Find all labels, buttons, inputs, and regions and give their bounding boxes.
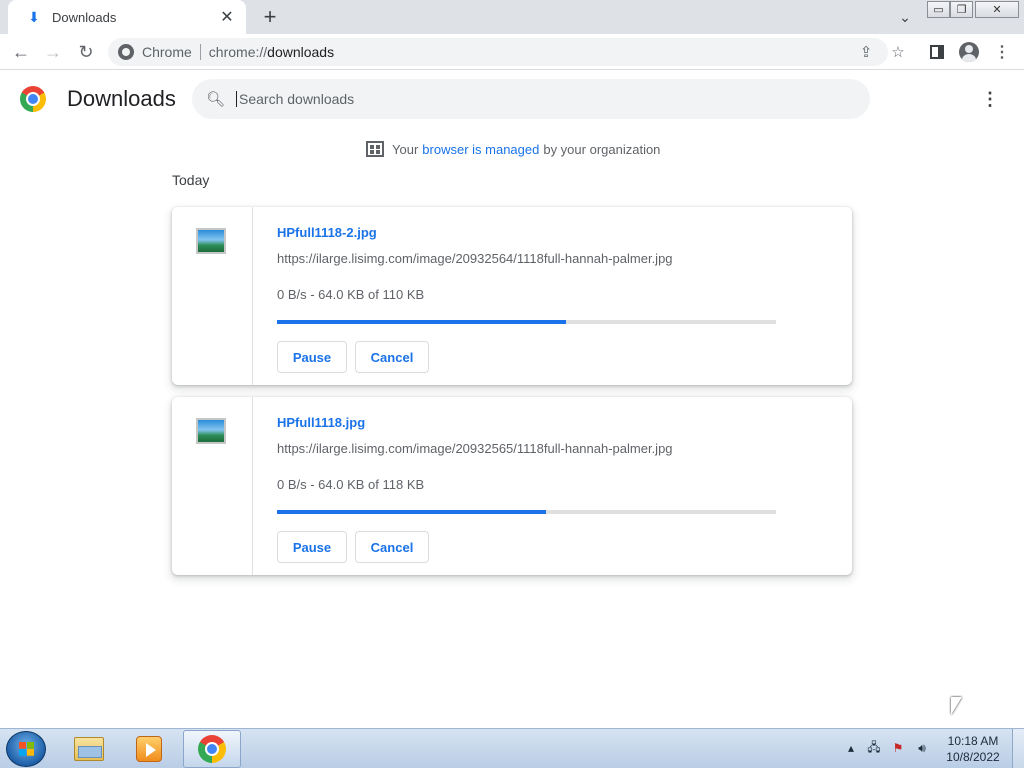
- media-player-icon: [136, 736, 162, 762]
- download-source-url[interactable]: https://ilarge.lisimg.com/image/20932564…: [277, 251, 673, 266]
- chrome-taskbar-icon: [198, 735, 226, 763]
- browser-menu-icon[interactable]: ⋮: [989, 39, 1015, 65]
- page-title: Downloads: [67, 86, 176, 111]
- managed-suffix: by your organization: [543, 141, 661, 157]
- new-tab-button[interactable]: +: [258, 4, 282, 29]
- managed-link[interactable]: browser is managed: [422, 142, 539, 157]
- volume-icon[interactable]: 🔊︎: [913, 739, 931, 757]
- browser-toolbar: ← → ↻ Chrome chrome://downloads ⇪ ☆ ⋮: [0, 34, 1024, 70]
- taskbar-media-player[interactable]: [120, 730, 178, 768]
- share-icon[interactable]: ⇪: [854, 38, 878, 66]
- clock-date: 10/8/2022: [946, 750, 1000, 764]
- image-file-icon: [196, 418, 226, 444]
- tab-strip: ⬇ Downloads ✕ + ⌄ ▭ ❐ ✕: [0, 0, 1024, 34]
- download-filename-link[interactable]: HPfull1118.jpg: [277, 415, 365, 430]
- minimize-button[interactable]: ▭: [927, 1, 950, 18]
- building-icon: [366, 141, 384, 157]
- close-window-button[interactable]: ✕: [975, 1, 1019, 18]
- network-icon[interactable]: 🖧: [865, 739, 883, 757]
- tab-downloads[interactable]: ⬇ Downloads ✕: [8, 0, 246, 34]
- url-host: downloads: [267, 44, 335, 60]
- chrome-site-icon: [118, 44, 134, 60]
- windows-taskbar: ▴ 🖧 ⚑ 🔊︎ 10:18 AM 10/8/2022: [0, 728, 1024, 768]
- action-center-flag-icon[interactable]: ⚑: [889, 739, 907, 757]
- restore-button[interactable]: ❐: [950, 1, 973, 18]
- file-explorer-icon: [74, 737, 104, 761]
- search-downloads-box[interactable]: 🔍︎: [192, 79, 870, 119]
- tab-title: Downloads: [52, 9, 117, 25]
- tab-close-icon[interactable]: ✕: [218, 8, 236, 26]
- bookmark-star-icon[interactable]: ☆: [886, 38, 910, 66]
- download-progress-fill: [277, 510, 547, 514]
- search-icon: 🔍︎: [206, 91, 226, 108]
- chrome-logo-icon: [20, 86, 46, 112]
- reload-icon[interactable]: ↻: [73, 39, 99, 65]
- profile-avatar-icon: [959, 42, 979, 62]
- forward-arrow-icon[interactable]: →: [40, 39, 66, 65]
- side-panel-icon: [930, 45, 944, 59]
- address-bar[interactable]: Chrome chrome://downloads ⇪ ☆: [108, 38, 905, 66]
- download-icon-column: [172, 397, 253, 575]
- taskbar-chrome[interactable]: [183, 730, 241, 768]
- tab-search-chevron-icon[interactable]: ⌄: [894, 6, 916, 28]
- download-item: HPfull1118.jpg https://ilarge.lisimg.com…: [172, 397, 852, 575]
- cancel-button[interactable]: Cancel: [355, 531, 429, 563]
- download-status: 0 B/s - 64.0 KB of 118 KB: [277, 477, 425, 492]
- mouse-cursor-icon: [951, 697, 962, 715]
- managed-prefix: Your: [392, 141, 419, 157]
- download-icon: ⬇: [28, 8, 40, 25]
- download-filename-link[interactable]: HPfull1118-2.jpg: [277, 225, 377, 240]
- managed-notice: Your browser is managed by your organiza…: [366, 140, 660, 158]
- site-chip: Chrome: [142, 44, 192, 60]
- show-hidden-icons-icon[interactable]: ▴: [842, 739, 860, 757]
- back-arrow-icon[interactable]: ←: [8, 39, 34, 65]
- download-icon-column: [172, 207, 253, 385]
- more-actions-icon[interactable]: ⋮: [978, 87, 1002, 111]
- download-progress-fill: [277, 320, 567, 324]
- download-progress-bar: [277, 320, 776, 324]
- start-button[interactable]: [6, 731, 46, 767]
- download-item: HPfull1118-2.jpg https://ilarge.lisimg.c…: [172, 207, 852, 385]
- cancel-button[interactable]: Cancel: [355, 341, 429, 373]
- pause-button[interactable]: Pause: [277, 341, 347, 373]
- download-progress-bar: [277, 510, 776, 514]
- section-date-label: Today: [172, 172, 210, 188]
- url-scheme: chrome://: [208, 44, 268, 60]
- pause-button[interactable]: Pause: [277, 531, 347, 563]
- omnibox-divider: [199, 44, 201, 60]
- download-status: 0 B/s - 64.0 KB of 110 KB: [277, 287, 425, 302]
- window-controls: ▭ ❐ ✕: [927, 1, 1019, 19]
- side-panel-button[interactable]: [924, 39, 950, 65]
- clock-time: 10:18 AM: [947, 734, 999, 748]
- show-desktop-button[interactable]: [1012, 729, 1024, 768]
- profile-button[interactable]: [956, 39, 982, 65]
- search-input[interactable]: [236, 91, 836, 107]
- taskbar-explorer[interactable]: [60, 730, 118, 768]
- image-file-icon: [196, 228, 226, 254]
- taskbar-clock[interactable]: 10:18 AM 10/8/2022: [940, 733, 1006, 765]
- download-source-url[interactable]: https://ilarge.lisimg.com/image/20932565…: [277, 441, 673, 456]
